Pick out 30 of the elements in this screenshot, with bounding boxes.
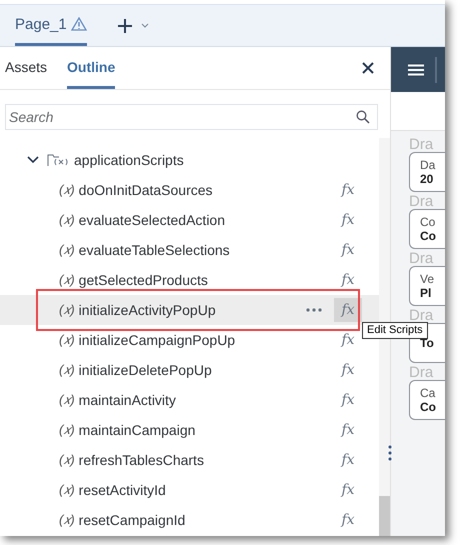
- script-type-glyph: (𝑥): [59, 452, 75, 468]
- script-type-glyph: (𝑥): [59, 422, 75, 438]
- script-name: doOnInitDataSources: [78, 182, 214, 198]
- script-name: evaluateSelectedAction: [78, 212, 226, 228]
- section-label: Dra: [409, 194, 434, 209]
- script-name: resetActivityId: [78, 482, 167, 498]
- script-type-glyph: (𝑥): [59, 302, 75, 318]
- section-label: Dra: [409, 365, 434, 380]
- script-name: evaluateTableSelections: [78, 242, 231, 258]
- script-type-glyph: (𝑥): [59, 482, 75, 498]
- script-type-glyph: (𝑥): [59, 362, 75, 378]
- tooltip: Edit Scripts: [362, 322, 428, 339]
- script-type-glyph: (𝑥): [59, 212, 75, 228]
- script-type-glyph: (𝑥): [59, 512, 75, 528]
- script-name: getSelectedProducts: [78, 272, 209, 288]
- script-type-glyph: (𝑥): [59, 182, 75, 198]
- script-name: refreshTablesCharts: [78, 452, 205, 468]
- script-type-glyph: (𝑥): [59, 392, 75, 408]
- script-type-glyph: (𝑥): [59, 332, 75, 348]
- section-label: Dra: [409, 308, 434, 323]
- section-label: Dra: [409, 137, 434, 152]
- section-label: Dra: [409, 251, 434, 266]
- script-name: maintainActivity: [78, 392, 177, 408]
- script-type-glyph: (𝑥): [59, 242, 75, 258]
- script-name: initializeDeletePopUp: [78, 362, 213, 378]
- script-name: initializeCampaignPopUp: [78, 332, 236, 348]
- script-name: maintainCampaign: [78, 422, 196, 438]
- script-name: initializeActivityPopUp: [78, 302, 217, 318]
- script-name: resetCampaignId: [78, 512, 186, 528]
- script-type-glyph: (𝑥): [59, 272, 75, 288]
